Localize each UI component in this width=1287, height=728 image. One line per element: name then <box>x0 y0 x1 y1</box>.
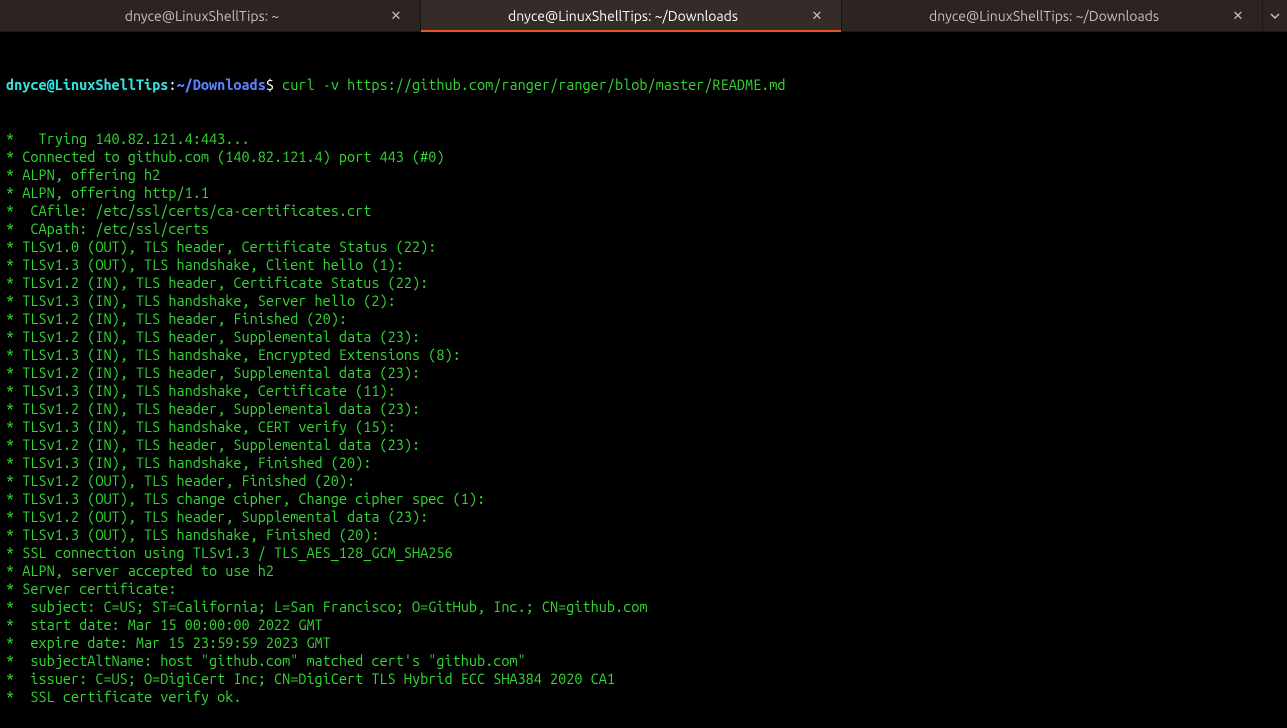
close-icon[interactable]: ✕ <box>388 8 404 24</box>
tab-bar: dnyce@LinuxShellTips: ~ ✕ dnyce@LinuxShe… <box>0 0 1287 32</box>
output-line: * SSL connection using TLSv1.3 / TLS_AES… <box>6 544 1281 562</box>
close-icon[interactable]: ✕ <box>809 8 825 24</box>
close-icon[interactable]: ✕ <box>1230 8 1246 24</box>
prompt-user: dnyce@LinuxShellTips <box>6 76 168 93</box>
chevron-down-icon[interactable] <box>1263 0 1287 31</box>
prompt-symbol: $ <box>266 76 274 93</box>
output-line: * TLSv1.2 (OUT), TLS header, Supplementa… <box>6 508 1281 526</box>
prompt-line: dnyce@LinuxShellTips:~/Downloads$ curl -… <box>6 76 1281 94</box>
output-line: * SSL certificate verify ok. <box>6 688 1281 706</box>
tab-label: dnyce@LinuxShellTips: ~/Downloads <box>437 7 809 25</box>
tab-label: dnyce@LinuxShellTips: ~ <box>16 7 388 25</box>
output-line: * TLSv1.2 (IN), TLS header, Supplemental… <box>6 400 1281 418</box>
output-line: * subjectAltName: host "github.com" matc… <box>6 652 1281 670</box>
tab-3[interactable]: dnyce@LinuxShellTips: ~/Downloads ✕ <box>842 0 1263 31</box>
output-line: * TLSv1.3 (IN), TLS handshake, Certifica… <box>6 382 1281 400</box>
output-line: * TLSv1.3 (IN), TLS handshake, CERT veri… <box>6 418 1281 436</box>
terminal-body[interactable]: dnyce@LinuxShellTips:~/Downloads$ curl -… <box>0 32 1287 728</box>
output-line: * expire date: Mar 15 23:59:59 2023 GMT <box>6 634 1281 652</box>
output-line: * ALPN, server accepted to use h2 <box>6 562 1281 580</box>
terminal-output: * Trying 140.82.121.4:443...* Connected … <box>6 130 1281 706</box>
output-line: * TLSv1.3 (IN), TLS handshake, Finished … <box>6 454 1281 472</box>
output-line: * CAfile: /etc/ssl/certs/ca-certificates… <box>6 202 1281 220</box>
output-line: * ALPN, offering http/1.1 <box>6 184 1281 202</box>
output-line: * Server certificate: <box>6 580 1281 598</box>
prompt-path: ~/Downloads <box>177 76 266 93</box>
output-line: * start date: Mar 15 00:00:00 2022 GMT <box>6 616 1281 634</box>
output-line: * Trying 140.82.121.4:443... <box>6 130 1281 148</box>
output-line: * issuer: C=US; O=DigiCert Inc; CN=DigiC… <box>6 670 1281 688</box>
output-line: * TLSv1.3 (OUT), TLS handshake, Client h… <box>6 256 1281 274</box>
output-line: * TLSv1.0 (OUT), TLS header, Certificate… <box>6 238 1281 256</box>
output-line: * TLSv1.3 (OUT), TLS handshake, Finished… <box>6 526 1281 544</box>
output-line: * TLSv1.2 (IN), TLS header, Certificate … <box>6 274 1281 292</box>
output-line: * CApath: /etc/ssl/certs <box>6 220 1281 238</box>
tab-1[interactable]: dnyce@LinuxShellTips: ~ ✕ <box>0 0 421 31</box>
output-line: * Connected to github.com (140.82.121.4)… <box>6 148 1281 166</box>
command-text: curl -v https://github.com/ranger/ranger… <box>282 76 785 93</box>
output-line: * TLSv1.2 (OUT), TLS header, Finished (2… <box>6 472 1281 490</box>
output-line: * TLSv1.3 (IN), TLS handshake, Server he… <box>6 292 1281 310</box>
output-line: * subject: C=US; ST=California; L=San Fr… <box>6 598 1281 616</box>
tab-label: dnyce@LinuxShellTips: ~/Downloads <box>858 7 1230 25</box>
output-line: * TLSv1.2 (IN), TLS header, Supplemental… <box>6 328 1281 346</box>
tab-2[interactable]: dnyce@LinuxShellTips: ~/Downloads ✕ <box>421 0 842 31</box>
output-line: * TLSv1.2 (IN), TLS header, Finished (20… <box>6 310 1281 328</box>
output-line: * TLSv1.3 (IN), TLS handshake, Encrypted… <box>6 346 1281 364</box>
prompt-colon: : <box>168 76 176 93</box>
output-line: * TLSv1.3 (OUT), TLS change cipher, Chan… <box>6 490 1281 508</box>
output-line: * TLSv1.2 (IN), TLS header, Supplemental… <box>6 436 1281 454</box>
output-line: * ALPN, offering h2 <box>6 166 1281 184</box>
output-line: * TLSv1.2 (IN), TLS header, Supplemental… <box>6 364 1281 382</box>
